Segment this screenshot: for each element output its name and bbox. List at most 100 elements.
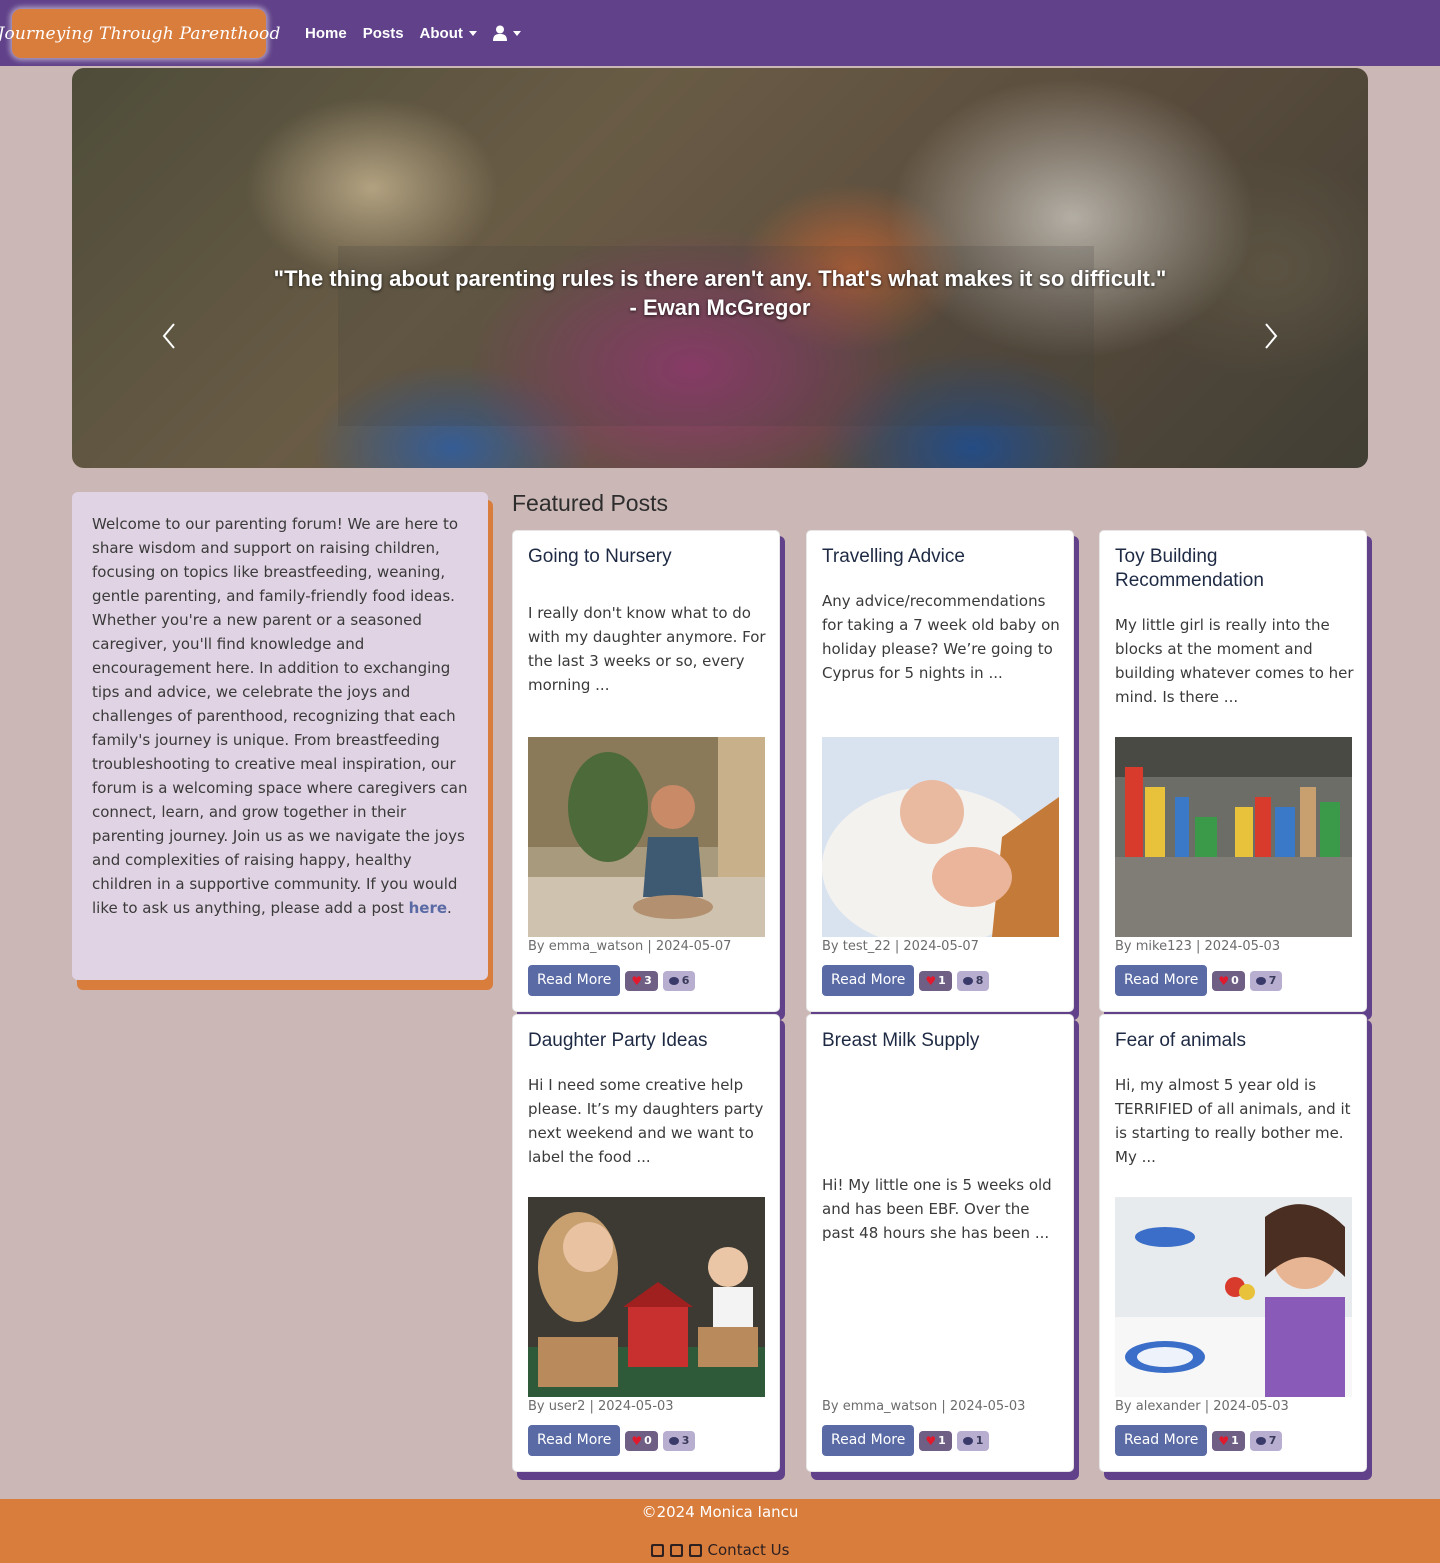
likes-badge: ♥ 3 [625, 970, 658, 991]
comments-badge: 7 [1249, 1430, 1283, 1451]
post-excerpt: Hi! My little one is 5 weeks old and has… [822, 1176, 1052, 1242]
post-excerpt: Any advice/recommendations for taking a … [822, 592, 1060, 682]
likes-count: 1 [938, 1434, 946, 1447]
post-meta: By test_22 | 2024-05-07 [822, 939, 979, 954]
comment-icon [668, 976, 679, 985]
carousel-next-button[interactable] [1264, 322, 1278, 350]
nav-posts[interactable]: Posts [363, 25, 404, 42]
likes-badge: ♥ 0 [625, 1430, 658, 1451]
heart-icon: ♥ [925, 1433, 937, 1448]
chevron-down-icon [512, 30, 521, 36]
likes-count: 3 [644, 974, 652, 987]
comments-count: 3 [681, 1434, 690, 1447]
post-card: Travelling Advice Any advice/recommendat… [806, 530, 1074, 1012]
comment-icon [962, 976, 973, 985]
comment-icon [962, 1436, 973, 1445]
post-title[interactable]: Breast Milk Supply [822, 1029, 1058, 1053]
heart-icon: ♥ [631, 973, 643, 988]
comments-count: 8 [975, 974, 984, 987]
nav-about-dropdown[interactable]: About [420, 25, 477, 42]
likes-count: 0 [1231, 974, 1239, 987]
user-icon [492, 25, 507, 41]
post-title[interactable]: Going to Nursery [528, 545, 764, 569]
chevron-down-icon [468, 31, 477, 37]
footer-links: Contact Us [0, 1541, 1440, 1559]
comments-count: 1 [975, 1434, 984, 1447]
featured-posts-title: Featured Posts [512, 490, 668, 516]
read-more-button[interactable]: Read More [528, 1425, 621, 1456]
read-more-button[interactable]: Read More [822, 965, 915, 996]
hero-carousel: "The thing about parenting rules is ther… [72, 68, 1368, 468]
read-more-button[interactable]: Read More [1115, 965, 1208, 996]
post-meta: By alexander | 2024-05-03 [1115, 1399, 1289, 1414]
likes-count: 0 [644, 1434, 652, 1447]
likes-badge: ♥ 0 [1212, 970, 1245, 991]
post-meta: By emma_watson | 2024-05-07 [528, 939, 732, 954]
carousel-prev-button[interactable] [162, 322, 176, 350]
heart-icon: ♥ [925, 973, 937, 988]
comments-count: 6 [681, 974, 690, 987]
copyright: ©2024 Monica Iancu [641, 1503, 799, 1521]
comments-badge: 8 [956, 970, 990, 991]
intro-text: Welcome to our parenting forum! We are h… [92, 515, 468, 917]
post-card: Breast Milk Supply Hi! My little one is … [806, 1014, 1074, 1472]
post-card: Going to Nursery I really don't know wha… [512, 530, 780, 1012]
chevron-left-icon [162, 323, 175, 349]
comments-count: 7 [1268, 1434, 1277, 1447]
post-title[interactable]: Fear of animals [1115, 1029, 1351, 1053]
likes-badge: ♥ 1 [919, 970, 952, 991]
contact-us-link[interactable]: Contact Us [708, 1541, 790, 1559]
post-title[interactable]: Daughter Party Ideas [528, 1029, 764, 1053]
heart-icon: ♥ [631, 1433, 643, 1448]
brand-logo[interactable]: Journeying Through Parenthood [0, 9, 280, 58]
read-more-button[interactable]: Read More [528, 965, 621, 996]
post-excerpt: Hi, my almost 5 year old is TERRIFIED of… [1115, 1076, 1351, 1166]
nav-links: Home Posts About [305, 0, 537, 66]
intro-card: Welcome to our parenting forum! We are h… [72, 492, 488, 980]
github-icon[interactable] [669, 1543, 683, 1557]
user-menu-dropdown[interactable] [492, 25, 521, 41]
read-more-button[interactable]: Read More [822, 1425, 915, 1456]
read-more-button[interactable]: Read More [1115, 1425, 1208, 1456]
post-image [528, 737, 765, 937]
footer: ©2024 Monica Iancu Contact Us [0, 1499, 1440, 1563]
tiktok-icon[interactable] [688, 1543, 702, 1557]
post-actions: Read More ♥ 0 7 [1115, 965, 1287, 996]
comments-badge: 1 [956, 1430, 990, 1451]
post-excerpt: My little girl is really into the blocks… [1115, 616, 1354, 706]
post-title[interactable]: Travelling Advice [822, 545, 1058, 569]
chevron-right-icon [1265, 323, 1278, 349]
post-excerpt: I really don't know what to do with my d… [528, 604, 766, 694]
likes-badge: ♥ 1 [1212, 1430, 1245, 1451]
post-card: Toy Building Recommendation My little gi… [1099, 530, 1367, 1012]
post-image [1115, 1197, 1352, 1397]
nav-about-label: About [419, 24, 463, 42]
comment-icon [668, 1436, 679, 1445]
likes-count: 1 [1231, 1434, 1239, 1447]
comments-badge: 3 [662, 1430, 696, 1451]
post-card: Daughter Party Ideas Hi I need some crea… [512, 1014, 780, 1472]
hero-quote: "The thing about parenting rules is ther… [273, 266, 1167, 320]
post-title[interactable]: Toy Building Recommendation [1115, 545, 1355, 593]
linkedin-icon[interactable] [650, 1543, 664, 1557]
comments-badge: 7 [1249, 970, 1283, 991]
post-excerpt: Hi I need some creative help please. It’… [528, 1076, 764, 1166]
likes-count: 1 [938, 974, 946, 987]
post-meta: By user2 | 2024-05-03 [528, 1399, 674, 1414]
post-actions: Read More ♥ 1 8 [822, 965, 994, 996]
comment-icon [1255, 1436, 1266, 1445]
post-meta: By mike123 | 2024-05-03 [1115, 939, 1281, 954]
post-actions: Read More ♥ 1 7 [1115, 1425, 1287, 1456]
post-image [528, 1197, 765, 1397]
post-meta: By emma_watson | 2024-05-03 [822, 1399, 1026, 1414]
post-image [822, 737, 1059, 937]
likes-badge: ♥ 1 [919, 1430, 952, 1451]
add-post-link[interactable]: here [409, 899, 447, 917]
nav-home[interactable]: Home [305, 25, 347, 42]
post-actions: Read More ♥ 0 3 [528, 1425, 700, 1456]
heart-icon: ♥ [1218, 1433, 1230, 1448]
comments-count: 7 [1268, 974, 1277, 987]
post-actions: Read More ♥ 1 1 [822, 1425, 994, 1456]
post-actions: Read More ♥ 3 6 [528, 965, 700, 996]
comment-icon [1255, 976, 1266, 985]
